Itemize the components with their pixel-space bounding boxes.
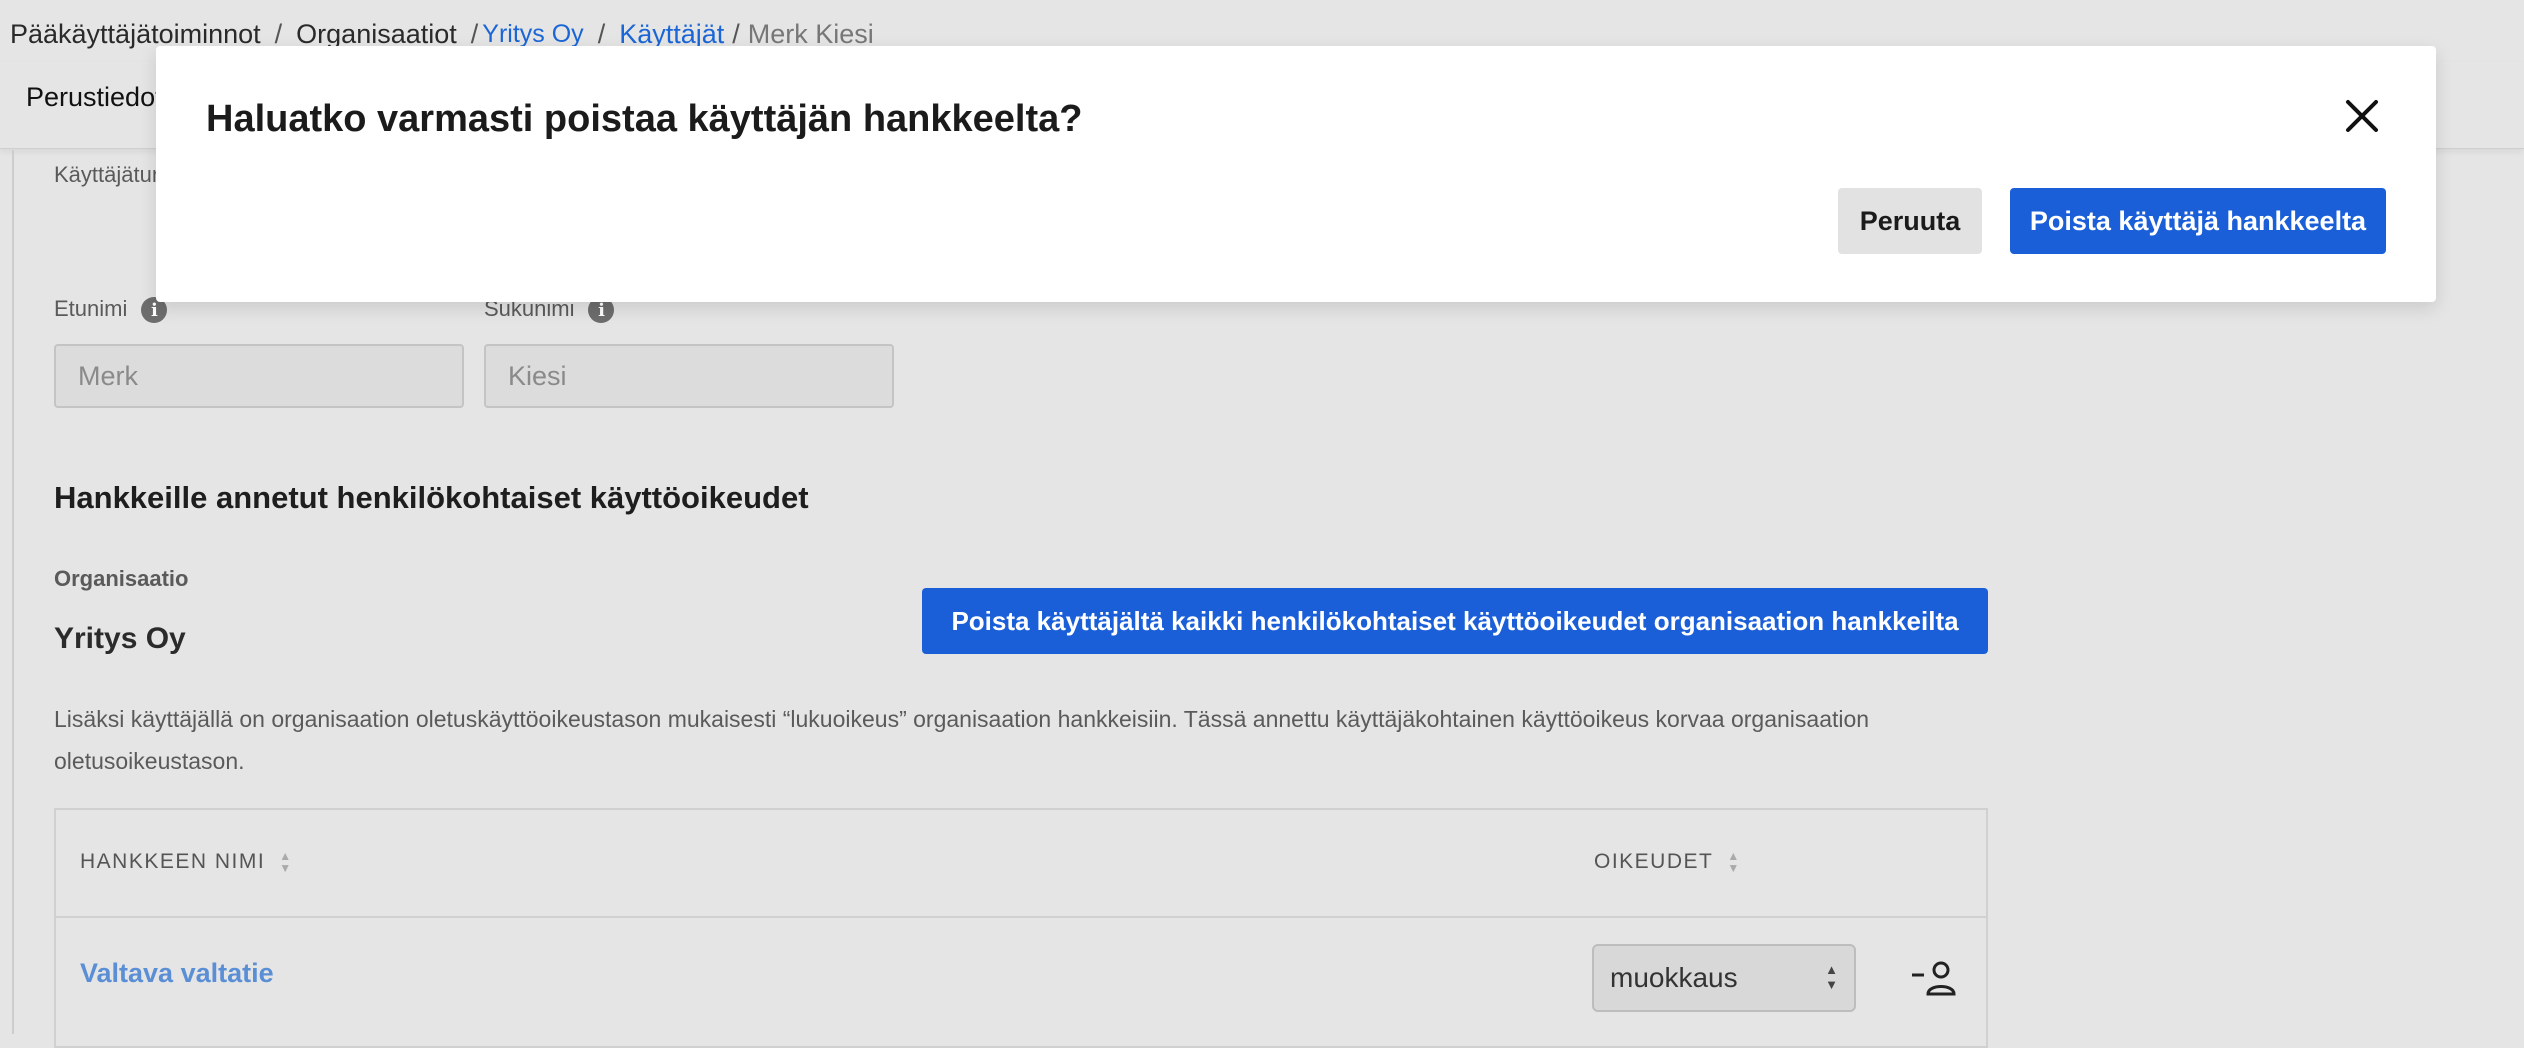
breadcrumb-item-users[interactable]: Käyttäjät bbox=[619, 19, 724, 50]
confirm-remove-button[interactable]: Poista käyttäjä hankkeelta bbox=[2010, 188, 2386, 254]
projects-permissions-title: Hankkeille annetut henkilökohtaiset käyt… bbox=[54, 480, 809, 515]
first-name-label: Etunimi bbox=[54, 296, 128, 321]
breadcrumb-separator: / bbox=[597, 18, 606, 49]
breadcrumb-separator: / bbox=[732, 18, 740, 49]
dialog-title: Haluatko varmasti poistaa käyttäjän hank… bbox=[206, 98, 1083, 140]
confirm-remove-dialog: Haluatko varmasti poistaa käyttäjän hank… bbox=[156, 46, 2436, 302]
first-name-label-row: Etunimi i bbox=[54, 296, 168, 324]
remove-user-icon[interactable] bbox=[1910, 958, 1960, 998]
permissions-note-line: Lisäksi käyttäjällä on organisaation ole… bbox=[54, 706, 1870, 732]
tab-basic-info[interactable]: Perustiedot bbox=[26, 82, 163, 113]
column-header-label: OIKEUDET bbox=[1594, 850, 1714, 873]
close-icon[interactable] bbox=[2342, 96, 2382, 136]
breadcrumb-item-organisations[interactable]: Organisaatiot bbox=[296, 19, 457, 50]
table-header: HANKKEEN NIMI ▲ ▼ OIKEUDET ▲ ▼ bbox=[56, 810, 1986, 918]
breadcrumb-separator: / bbox=[274, 18, 283, 49]
breadcrumb-separator: / bbox=[470, 18, 479, 49]
column-header-label: HANKKEEN NIMI bbox=[80, 850, 266, 873]
remove-all-permissions-button[interactable]: Poista käyttäjältä kaikki henkilökohtais… bbox=[922, 588, 1988, 654]
last-name-field[interactable]: Kiesi bbox=[484, 344, 894, 408]
sort-icon[interactable]: ▲ ▼ bbox=[279, 850, 292, 874]
permissions-note-line: oletusoikeustason. bbox=[54, 748, 245, 774]
breadcrumb-item-current-user: Merk Kiesi bbox=[747, 18, 874, 49]
permissions-note: Lisäksi käyttäjällä on organisaation ole… bbox=[54, 698, 1994, 782]
project-name-link[interactable]: Valtava valtatie bbox=[80, 958, 274, 989]
cancel-button[interactable]: Peruuta bbox=[1838, 188, 1982, 254]
first-name-field[interactable]: Merk bbox=[54, 344, 464, 408]
breadcrumb-item-organisation[interactable]: Yritys Oy bbox=[482, 20, 583, 49]
breadcrumb-item-admin[interactable]: Pääkäyttäjätoiminnot bbox=[10, 19, 261, 50]
projects-table: HANKKEEN NIMI ▲ ▼ OIKEUDET ▲ ▼ Valtava val… bbox=[54, 808, 1988, 1048]
permission-select[interactable]: muokkaus ▲ ▼ bbox=[1592, 944, 1856, 1012]
permission-select-value: muokkaus bbox=[1610, 962, 1738, 993]
column-header-permissions[interactable]: OIKEUDET ▲ ▼ bbox=[1594, 850, 1741, 874]
organisation-name: Yritys Oy bbox=[54, 622, 186, 655]
organisation-label: Organisaatio bbox=[54, 566, 189, 591]
column-header-project-name[interactable]: HANKKEEN NIMI ▲ ▼ bbox=[80, 850, 293, 874]
left-divider bbox=[12, 150, 14, 1034]
sort-icon[interactable]: ▲ ▼ bbox=[1727, 850, 1740, 874]
select-arrows-icon: ▲ ▼ bbox=[1825, 962, 1838, 992]
